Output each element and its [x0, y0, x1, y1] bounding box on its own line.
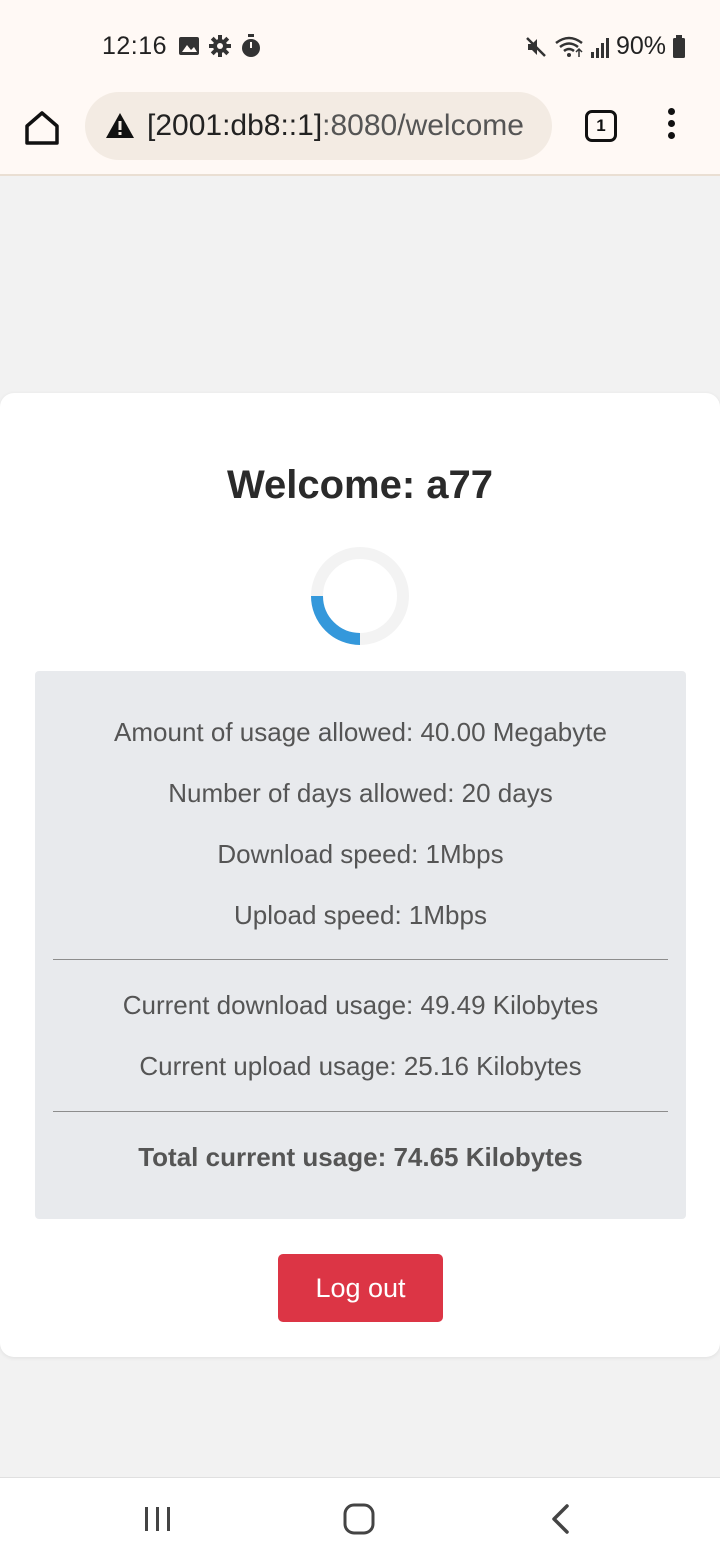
- back-icon[interactable]: [548, 1503, 572, 1535]
- total-usage: Total current usage: 74.65 Kilobytes: [138, 1142, 583, 1172]
- loading-spinner: [311, 547, 409, 645]
- usage-allowed: Amount of usage allowed: 40.00 Megabyte: [114, 717, 607, 747]
- browser-menu-icon[interactable]: [660, 108, 682, 148]
- home-nav-icon[interactable]: [343, 1503, 375, 1535]
- gear-icon: [209, 35, 231, 57]
- current-download-usage: Current download usage: 49.49 Kilobytes: [122, 990, 599, 1020]
- url-path: :8080/welcome: [322, 109, 524, 142]
- current-upload-usage: Current upload usage: 25.16 Kilobytes: [139, 1051, 582, 1081]
- home-icon[interactable]: [22, 108, 62, 148]
- page-title: Welcome: a77: [226, 463, 494, 507]
- upload-speed: Upload speed: 1Mbps: [234, 900, 487, 930]
- image-icon: [179, 37, 199, 55]
- status-time: 12:16: [102, 32, 168, 60]
- divider: [53, 959, 668, 960]
- status-right: 90%: [524, 32, 686, 61]
- welcome-card: Welcome: a77 Amount of usage allowed: 40…: [0, 393, 720, 1357]
- system-nav-bar: [0, 1477, 720, 1560]
- warning-icon[interactable]: [105, 111, 135, 141]
- battery-percentage: 90%: [615, 32, 666, 60]
- recents-icon[interactable]: [143, 1505, 173, 1533]
- logout-button[interactable]: Log out: [278, 1254, 443, 1322]
- mute-icon: [526, 36, 546, 57]
- divider: [53, 1111, 668, 1112]
- download-speed: Download speed: 1Mbps: [217, 839, 504, 869]
- tab-count: 1: [596, 116, 606, 135]
- battery-icon: [673, 34, 685, 58]
- status-bar: 12:16 90%: [0, 0, 720, 92]
- status-left-icons: [178, 34, 262, 58]
- address-bar[interactable]: [2001:db8::1]:8080/welcome: [85, 92, 552, 160]
- timer-icon: [242, 34, 260, 57]
- signal-icon: [590, 37, 609, 58]
- days-allowed: Number of days allowed: 20 days: [168, 778, 553, 808]
- url-host: [2001:db8::1]: [147, 109, 323, 142]
- url-text[interactable]: [2001:db8::1]:8080/welcome: [147, 109, 542, 143]
- usage-info-box: Amount of usage allowed: 40.00 Megabyte …: [35, 671, 686, 1219]
- wifi-icon: [555, 36, 583, 57]
- browser-toolbar: [2001:db8::1]:8080/welcome 1: [0, 92, 720, 176]
- tab-switcher-button[interactable]: 1: [585, 110, 617, 142]
